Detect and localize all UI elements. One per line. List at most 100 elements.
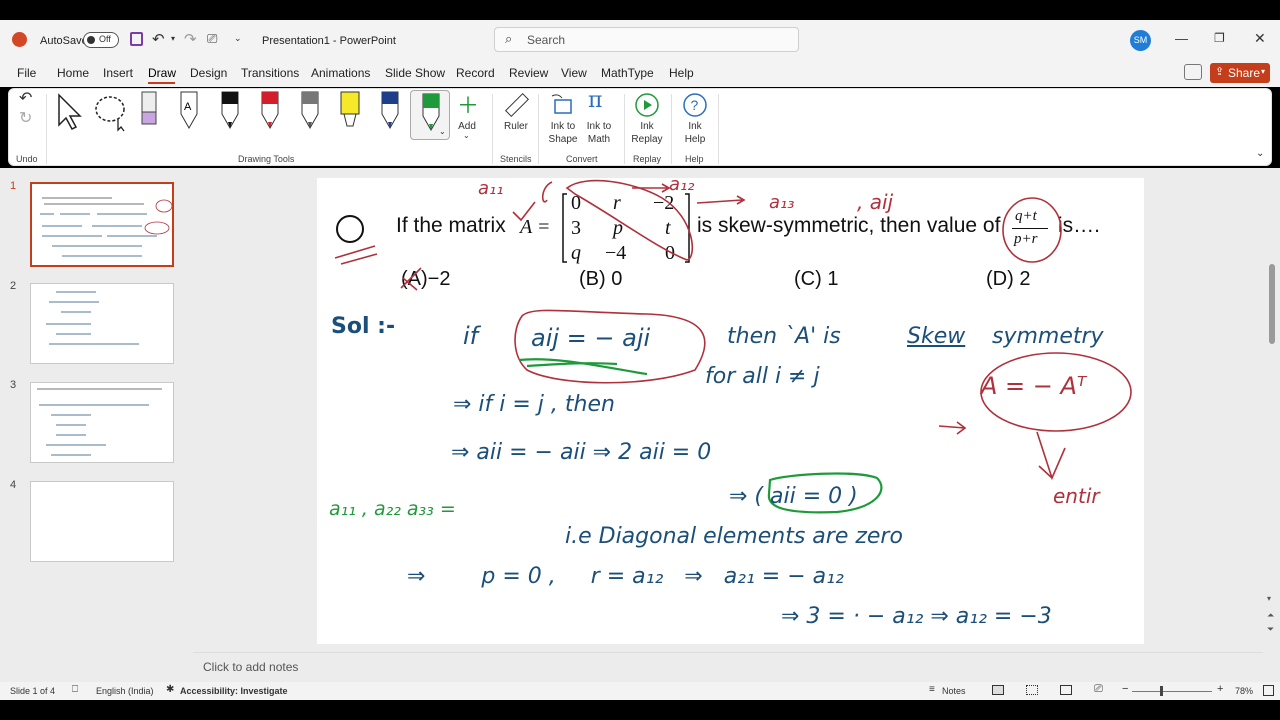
group-label-convert: Convert: [566, 154, 598, 164]
ink-replay-label-1[interactable]: Ink: [630, 121, 664, 133]
thumbnail-slide-3[interactable]: [30, 382, 174, 463]
vertical-scrollbar[interactable]: [1265, 168, 1280, 636]
powerpoint-logo-icon: [12, 32, 27, 47]
undo-icon[interactable]: ↶: [152, 30, 165, 48]
ruler-label[interactable]: Ruler: [500, 121, 532, 133]
active-tab-underline: [148, 82, 175, 84]
tab-mathtype[interactable]: MathType: [601, 66, 654, 80]
slide-counter[interactable]: Slide 1 of 4: [10, 686, 55, 696]
ribbon-redo-icon[interactable]: ↻: [19, 108, 32, 128]
spellcheck-icon[interactable]: ⎕: [72, 684, 78, 695]
save-icon[interactable]: [130, 32, 143, 46]
slide-canvas[interactable]: If the matrix A = 0 r −2 3 p t q −4 0 is…: [317, 174, 1144, 644]
separator: [46, 94, 47, 164]
pen-black-text-icon[interactable]: A: [178, 90, 200, 130]
tab-insert[interactable]: Insert: [103, 66, 133, 80]
ink-replay-label-2[interactable]: Replay: [628, 134, 666, 146]
ink-to-shape-label-1[interactable]: Ink to: [544, 121, 582, 133]
search-box[interactable]: ⌕ Search: [494, 27, 799, 52]
ink-line1-then: then `A' is: [727, 324, 841, 349]
ink-to-shape-icon[interactable]: [550, 92, 576, 118]
next-slide-icon[interactable]: ⏷: [1267, 624, 1274, 635]
fit-to-window-icon[interactable]: [1263, 685, 1274, 696]
ink-to-math-pi-icon[interactable]: π: [588, 88, 602, 113]
highlighter-yellow-icon[interactable]: [339, 90, 361, 130]
selected-pen-slot[interactable]: ⌄: [410, 90, 450, 140]
ink-line5: ⇒ ( aii = 0 ): [729, 484, 858, 509]
scroll-down-icon[interactable]: ▾: [1267, 594, 1271, 603]
zoom-out-icon[interactable]: −: [1122, 683, 1128, 695]
user-avatar[interactable]: SM: [1130, 30, 1151, 51]
zoom-slider-thumb[interactable]: [1160, 686, 1163, 696]
ink-replay-icon[interactable]: [634, 92, 660, 118]
zoom-level[interactable]: 78%: [1235, 686, 1253, 696]
accessibility-status[interactable]: Accessibility: Investigate: [180, 686, 288, 696]
thumbnail-slide-1[interactable]: [30, 182, 174, 267]
tab-home[interactable]: Home: [57, 66, 89, 80]
group-label-stencils: Stencils: [500, 154, 532, 164]
share-button[interactable]: ⇪ Share ▾: [1210, 63, 1270, 83]
lasso-select-icon[interactable]: [92, 92, 130, 132]
customize-qat-icon[interactable]: ⌄: [234, 33, 242, 44]
slide-sorter-icon[interactable]: [1026, 685, 1038, 695]
pen-navy-icon[interactable]: [379, 90, 401, 130]
notes-icon[interactable]: ≡: [929, 684, 935, 695]
language-indicator[interactable]: English (India): [96, 686, 154, 696]
notes-toggle[interactable]: Notes: [942, 686, 966, 696]
toggle-knob-icon: [87, 36, 95, 44]
tab-slide-show[interactable]: Slide Show: [385, 66, 445, 80]
ribbon-undo-icon[interactable]: ↶: [19, 88, 32, 108]
scrollbar-thumb[interactable]: [1269, 264, 1275, 344]
normal-view-icon[interactable]: [992, 685, 1004, 695]
tab-design[interactable]: Design: [190, 66, 227, 80]
separator: [624, 94, 625, 164]
ink-help-icon[interactable]: ?: [682, 92, 708, 118]
tab-transitions[interactable]: Transitions: [241, 66, 299, 80]
reading-view-icon[interactable]: [1060, 685, 1072, 695]
tab-help[interactable]: Help: [669, 66, 694, 80]
previous-slide-icon[interactable]: ⏶: [1267, 610, 1274, 621]
ribbon-collapse-icon[interactable]: ⌄: [1256, 148, 1264, 159]
thumbnail-slide-4[interactable]: [30, 481, 174, 562]
select-arrow-icon[interactable]: [54, 92, 84, 132]
ink-help-label-1[interactable]: Ink: [680, 121, 710, 133]
ruler-icon[interactable]: [503, 92, 529, 118]
add-pen-plus-icon[interactable]: ＋: [457, 88, 479, 120]
close-icon[interactable]: ✕: [1254, 30, 1266, 47]
accessibility-icon[interactable]: ✱: [166, 684, 174, 695]
thumbnail-number-4: 4: [10, 479, 17, 491]
redo-icon[interactable]: ↷: [184, 30, 197, 48]
ink-help-label-2[interactable]: Help: [680, 134, 710, 146]
eraser-icon[interactable]: [138, 90, 160, 130]
autosave-toggle[interactable]: Off: [83, 32, 119, 48]
tab-record[interactable]: Record: [456, 66, 495, 80]
pen-green-icon: [422, 93, 440, 132]
ink-line7: ⇒ p = 0 , r = a₁₂ ⇒ a₂₁ = − a₁₂: [407, 564, 844, 589]
tab-file[interactable]: File: [17, 66, 36, 80]
zoom-slider-track[interactable]: [1132, 691, 1212, 692]
comments-icon[interactable]: [1184, 64, 1202, 80]
ink-line1-symmetry: symmetry: [992, 324, 1104, 349]
minimize-icon[interactable]: —: [1175, 31, 1188, 46]
notes-pane[interactable]: Click to add notes: [193, 652, 1263, 682]
ink-line3: ⇒ if i = j , then: [453, 392, 615, 417]
present-icon[interactable]: ⎚: [207, 31, 217, 47]
letterbox-top: [0, 0, 1280, 20]
pen-red-icon[interactable]: [259, 90, 281, 130]
document-title: Presentation1 - PowerPoint: [262, 35, 396, 47]
undo-dropdown-icon[interactable]: ▾: [171, 34, 175, 43]
zoom-in-icon[interactable]: +: [1217, 683, 1223, 695]
tab-review[interactable]: Review: [509, 66, 548, 80]
ink-to-math-label-1[interactable]: Ink to: [581, 121, 617, 133]
tab-view[interactable]: View: [561, 66, 587, 80]
tab-animations[interactable]: Animations: [311, 66, 370, 80]
thumbnail-3-preview: [37, 388, 162, 456]
tab-draw[interactable]: Draw: [148, 66, 176, 80]
pencil-gray-icon[interactable]: [299, 90, 321, 130]
pen-black-icon[interactable]: [219, 90, 241, 130]
slideshow-icon[interactable]: ⎚: [1094, 683, 1103, 696]
ink-to-shape-label-2[interactable]: Shape: [544, 134, 582, 146]
restore-icon[interactable]: ❐: [1214, 31, 1225, 45]
ink-to-math-label-2[interactable]: Math: [581, 134, 617, 146]
thumbnail-slide-2[interactable]: [30, 283, 174, 364]
